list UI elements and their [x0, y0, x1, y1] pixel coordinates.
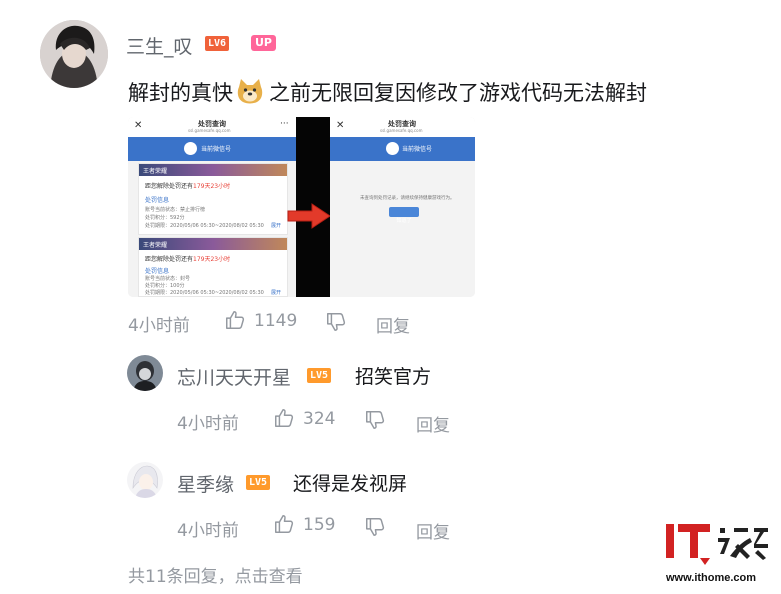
- game-banner: 王者荣耀: [139, 164, 287, 176]
- like-icon[interactable]: [224, 309, 246, 331]
- dislike-icon[interactable]: [364, 409, 386, 431]
- up-badge: UP: [251, 35, 276, 51]
- comment-text-after: 之前无限回复因修改了游戏代码无法解封: [269, 81, 647, 105]
- like-icon[interactable]: [273, 407, 295, 429]
- reply-content: 招笑官方: [355, 366, 432, 388]
- dislike-icon[interactable]: [364, 516, 386, 538]
- mini-url: ssl.gamesafe.qq.com: [380, 128, 423, 133]
- expand-link: 展开: [271, 223, 282, 229]
- avatar[interactable]: [127, 355, 163, 391]
- penalty-period: 处罚期限：2020/05/06 05:30~2020/08/02 05:30: [145, 223, 264, 229]
- comment-time: 4小时前: [128, 316, 190, 336]
- red-arrow-icon: [286, 203, 332, 229]
- reply-username[interactable]: 星季缘: [177, 470, 234, 497]
- mini-header: ✕ 处罚查询 ssl.gamesafe.qq.com: [330, 117, 475, 137]
- ithome-logo: [664, 518, 774, 568]
- doge-emoji-icon: [235, 77, 265, 105]
- no-record-message: 未查询到处罚记录，请继续保持健康游戏行为。: [360, 196, 455, 201]
- penalty-notice: 距您解除处罚还有179天23小时: [145, 254, 230, 263]
- penalty-card: 王者荣耀 距您解除处罚还有179天23小时 处罚信息 账号当前状态：禁止排行榜 …: [138, 163, 288, 235]
- like-count: 324: [303, 409, 336, 429]
- reply-button[interactable]: 回复: [416, 411, 450, 436]
- like-icon[interactable]: [273, 513, 295, 535]
- reply-time: 4小时前: [177, 521, 239, 541]
- reply-username[interactable]: 忘川天天开星: [177, 363, 291, 390]
- level-badge: LV5: [246, 475, 271, 490]
- avatar[interactable]: [127, 462, 163, 498]
- level-badge: LV5: [307, 368, 332, 383]
- game-name: 王者荣耀: [143, 242, 168, 249]
- section-label: 处罚信息: [145, 197, 170, 204]
- comment-image[interactable]: ✕ 处罚查询 ssl.gamesafe.qq.com ··· 当前微信号 王者荣…: [128, 117, 475, 297]
- level-badge: LV6: [205, 36, 230, 51]
- penalty-period: 处罚期限：2020/05/06 05:30~2020/08/02 05:30: [145, 290, 264, 296]
- account-banner: 当前微信号: [330, 137, 475, 161]
- screenshot-right: ✕ 处罚查询 ssl.gamesafe.qq.com 当前微信号 未查询到处罚记…: [330, 117, 475, 297]
- avatar[interactable]: [40, 20, 108, 88]
- account-label: 当前微信号: [402, 146, 433, 153]
- mini-url: ssl.gamesafe.qq.com: [188, 128, 231, 133]
- ok-button-label: 知道了: [396, 218, 412, 224]
- close-icon: ✕: [336, 120, 345, 131]
- penalty-reason: 账号当前状态：禁止排行榜: [145, 207, 206, 213]
- dislike-icon[interactable]: [325, 311, 347, 333]
- game-banner: 王者荣耀: [139, 238, 287, 250]
- expand-link: 展开: [271, 290, 282, 296]
- like-count: 1149: [254, 311, 298, 331]
- comment-content: 解封的真快 之前无限回复因修改了游戏代码无法解封: [128, 77, 647, 107]
- more-replies-link[interactable]: 共11条回复，点击查看: [128, 562, 303, 587]
- notice-prefix: 距您解除处罚还有: [145, 183, 194, 190]
- account-label: 当前微信号: [201, 146, 232, 153]
- more-icon: ···: [280, 119, 289, 129]
- notice-time: 179天23小时: [193, 256, 231, 263]
- section-label: 处罚信息: [145, 268, 170, 275]
- reply-button[interactable]: 回复: [376, 312, 410, 337]
- penalty-score: 处罚积分：592分: [145, 215, 185, 221]
- mini-header: ✕ 处罚查询 ssl.gamesafe.qq.com ···: [128, 117, 296, 137]
- penalty-score: 处罚积分：100分: [145, 283, 185, 289]
- close-icon: ✕: [134, 120, 143, 131]
- ok-button: 知道了: [389, 207, 419, 224]
- comment-text-before: 解封的真快: [128, 81, 233, 105]
- ithome-url: www.ithome.com: [666, 572, 757, 584]
- notice-prefix: 距您解除处罚还有: [145, 256, 194, 263]
- reply-content: 还得是发视屏: [293, 473, 408, 495]
- wechat-icon: [184, 142, 197, 155]
- penalty-reason: 账号当前状态：封号: [145, 276, 191, 282]
- reply-button[interactable]: 回复: [416, 518, 450, 543]
- game-name: 王者荣耀: [143, 168, 168, 175]
- penalty-card: 王者荣耀 距您解除处罚还有179天23小时 处罚信息 账号当前状态：封号 处罚积…: [138, 237, 288, 297]
- like-count: 159: [303, 515, 336, 535]
- account-banner: 当前微信号: [128, 137, 296, 161]
- notice-time: 179天23小时: [193, 183, 231, 190]
- comment-username[interactable]: 三生_叹: [126, 32, 193, 59]
- screenshot-left: ✕ 处罚查询 ssl.gamesafe.qq.com ··· 当前微信号 王者荣…: [128, 117, 296, 297]
- wechat-icon: [386, 142, 399, 155]
- reply-time: 4小时前: [177, 414, 239, 434]
- penalty-notice: 距您解除处罚还有179天23小时: [145, 181, 230, 190]
